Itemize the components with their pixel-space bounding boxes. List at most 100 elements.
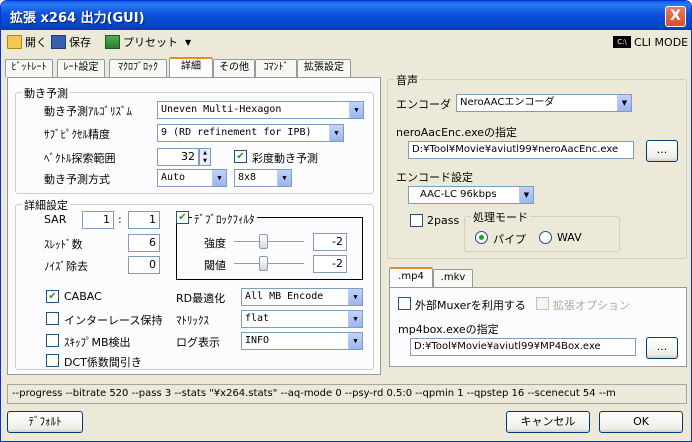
pipe-radio[interactable] <box>475 231 488 244</box>
dct-decimate-checkbox[interactable] <box>46 354 59 367</box>
motion-group: 動き予測 動き予測ｱﾙｺﾞﾘｽﾞﾑ Uneven Multi-Hexagon ▼ … <box>15 85 374 194</box>
floppy-disk-icon <box>51 35 66 49</box>
tab-mp4[interactable]: .mp4 <box>389 267 433 288</box>
me-method-select[interactable]: Auto ▼ <box>157 169 227 187</box>
audio-encoder-value: NeroAACエンコーダ <box>460 97 555 108</box>
mux-tabs: .mp4 .mkv <box>389 267 509 288</box>
chroma-me-label: 彩度動き予測 <box>252 152 318 165</box>
settings-tabs: ﾋﾞｯﾄﾚｰﾄ ﾚｰﾄ設定 ﾏｸﾛﾌﾞﾛｯｸ 詳細 その他 ｺﾏﾝﾄﾞ 拡張設定 <box>5 57 383 78</box>
chroma-me-checkbox[interactable]: ✔ <box>234 150 247 163</box>
mp4box-path-input[interactable]: D:¥Tool¥Movie¥aviutl99¥MP4Box.exe <box>410 338 636 356</box>
cli-mode-label: CLI MODE <box>634 35 689 49</box>
detail-group: 詳細設定 SAR 1 : 1 ｽﾚｯﾄﾞ数 6 ﾉｲｽﾞ除去 0 ✔ ﾃﾞﾌﾞﾛ… <box>15 197 374 370</box>
preset-label: プリセット <box>123 36 178 49</box>
wav-radio[interactable] <box>539 231 552 244</box>
title-bar[interactable]: 拡張 x264 出力(GUI) X <box>1 1 691 30</box>
tab-detail[interactable]: 詳細 <box>169 57 213 78</box>
sar-y-input[interactable]: 1 <box>128 211 160 229</box>
deblock-label: ﾃﾞﾌﾞﾛｯｸﾌｨﾙﾀ <box>192 211 257 227</box>
motion-group-label: 動き予測 <box>22 85 70 101</box>
me-range-spinner[interactable]: ▲ ▼ <box>199 148 211 166</box>
folder-open-icon <box>7 35 22 49</box>
mp4box-browse-button[interactable]: ... <box>646 337 678 359</box>
log-select[interactable]: INFO ▼ <box>241 332 363 350</box>
cli-mode-button[interactable]: C:\ CLI MODE <box>613 33 688 51</box>
interlace-checkbox[interactable] <box>46 312 59 325</box>
matrix-value: flat <box>245 313 270 324</box>
partition-select[interactable]: 8x8 ▼ <box>234 169 292 187</box>
me-range-input[interactable]: 32 <box>157 148 199 166</box>
cabac-checkbox[interactable]: ✔ <box>46 290 59 303</box>
detail-panel: 動き予測 動き予測ｱﾙｺﾞﾘｽﾞﾑ Uneven Multi-Hexagon ▼ … <box>7 77 381 375</box>
cancel-button[interactable]: キャンセル <box>506 411 590 433</box>
audio-encoder-select[interactable]: NeroAACエンコーダ ▼ <box>456 94 632 112</box>
save-button[interactable]: 保存 <box>51 33 91 51</box>
nero-path-input[interactable]: D:¥Tool¥Movie¥aviutl99¥neroAacEnc.exe <box>408 141 634 159</box>
nero-browse-button[interactable]: ... <box>646 140 678 162</box>
main-window: 拡張 x264 出力(GUI) X 開く 保存 プリセット ▼ C:\ CLI … <box>0 0 692 442</box>
threads-input[interactable]: 6 <box>128 234 160 252</box>
tab-rate[interactable]: ﾚｰﾄ設定 <box>57 59 105 77</box>
me-method-value: Auto <box>161 172 186 183</box>
skip-mb-label: ｽｷｯﾌﾟMB検出 <box>64 336 131 349</box>
sar-label: SAR <box>44 213 67 226</box>
detail-group-label: 詳細設定 <box>22 197 70 213</box>
me-algo-value: Uneven Multi-Hexagon <box>161 104 282 115</box>
tab-mkv[interactable]: .mkv <box>433 269 473 287</box>
subpel-select[interactable]: 9 (RD refinement for IPB) ▼ <box>157 124 344 142</box>
tab-macroblock[interactable]: ﾏｸﾛﾌﾞﾛｯｸ <box>109 59 167 77</box>
tab-bitrate[interactable]: ﾋﾞｯﾄﾚｰﾄ <box>5 59 53 77</box>
twopass-checkbox[interactable] <box>410 214 423 227</box>
noise-label: ﾉｲｽﾞ除去 <box>44 260 88 273</box>
threshold-slider-thumb[interactable] <box>259 256 268 271</box>
ok-button[interactable]: OK <box>599 411 683 433</box>
external-muxer-label: 外部Muxerを利用する <box>415 299 526 312</box>
strength-input[interactable]: -2 <box>313 233 347 251</box>
tab-command[interactable]: ｺﾏﾝﾄﾞ <box>255 59 297 77</box>
ext-option-label: 拡張オプション <box>553 299 630 312</box>
tab-extended[interactable]: 拡張設定 <box>297 59 351 77</box>
mode-group-label: 処理モード <box>471 209 530 225</box>
open-label: 開く <box>25 36 47 49</box>
chevron-down-icon: ▼ <box>349 102 363 118</box>
external-muxer-checkbox[interactable] <box>398 297 411 310</box>
threshold-slider-track <box>234 263 304 265</box>
open-button[interactable]: 開く <box>7 33 47 51</box>
matrix-label: ﾏﾄﾘｯｸｽ <box>176 314 209 327</box>
strength-slider-track <box>234 241 304 243</box>
me-algo-select[interactable]: Uneven Multi-Hexagon ▼ <box>157 101 364 119</box>
toolbar: 開く 保存 プリセット ▼ C:\ CLI MODE <box>3 31 689 53</box>
ext-option-checkbox[interactable] <box>536 297 549 310</box>
preset-button[interactable]: プリセット ▼ <box>105 33 191 51</box>
default-button[interactable]: ﾃﾞﾌｫﾙﾄ <box>7 411 83 433</box>
rd-select[interactable]: All MB Encode ▼ <box>241 288 363 306</box>
noise-input[interactable]: 0 <box>128 256 160 274</box>
nero-path-label: neroAacEnc.exeの指定 <box>396 126 518 139</box>
me-algo-label: 動き予測ｱﾙｺﾞﾘｽﾞﾑ <box>44 105 132 118</box>
encode-setting-select[interactable]: AAC-LC 96kbps ▼ <box>408 186 534 204</box>
me-method-label: 動き予測方式 <box>44 173 110 186</box>
mux-panel: 外部Muxerを利用する 拡張オプション mp4box.exeの指定 D:¥To… <box>389 287 687 367</box>
log-value: INFO <box>245 335 270 346</box>
tab-other[interactable]: その他 <box>213 59 255 77</box>
twopass-label: 2pass <box>427 214 460 227</box>
rd-value: All MB Encode <box>245 291 324 302</box>
deblock-checkbox[interactable]: ✔ <box>176 211 189 224</box>
threshold-input[interactable]: -2 <box>313 255 347 273</box>
subpel-value: 9 (RD refinement for IPB) <box>161 127 312 138</box>
rd-label: RD最適化 <box>176 292 226 305</box>
chevron-down-icon: ▼ <box>185 37 192 47</box>
partition-value: 8x8 <box>238 172 257 183</box>
encode-setting-label: エンコード設定 <box>396 171 473 184</box>
strength-slider-thumb[interactable] <box>259 234 268 249</box>
pipe-label: パイプ <box>493 233 526 246</box>
skip-mb-checkbox[interactable] <box>46 334 59 347</box>
dct-decimate-label: DCT係数間引き <box>64 356 142 369</box>
close-button[interactable]: X <box>665 6 686 27</box>
sar-x-input[interactable]: 1 <box>82 211 114 229</box>
chevron-down-icon: ▼ <box>348 311 362 327</box>
mp4box-path-label: mp4box.exeの指定 <box>398 323 499 336</box>
save-label: 保存 <box>69 36 91 49</box>
threads-label: ｽﾚｯﾄﾞ数 <box>44 238 83 251</box>
matrix-select[interactable]: flat ▼ <box>241 310 363 328</box>
